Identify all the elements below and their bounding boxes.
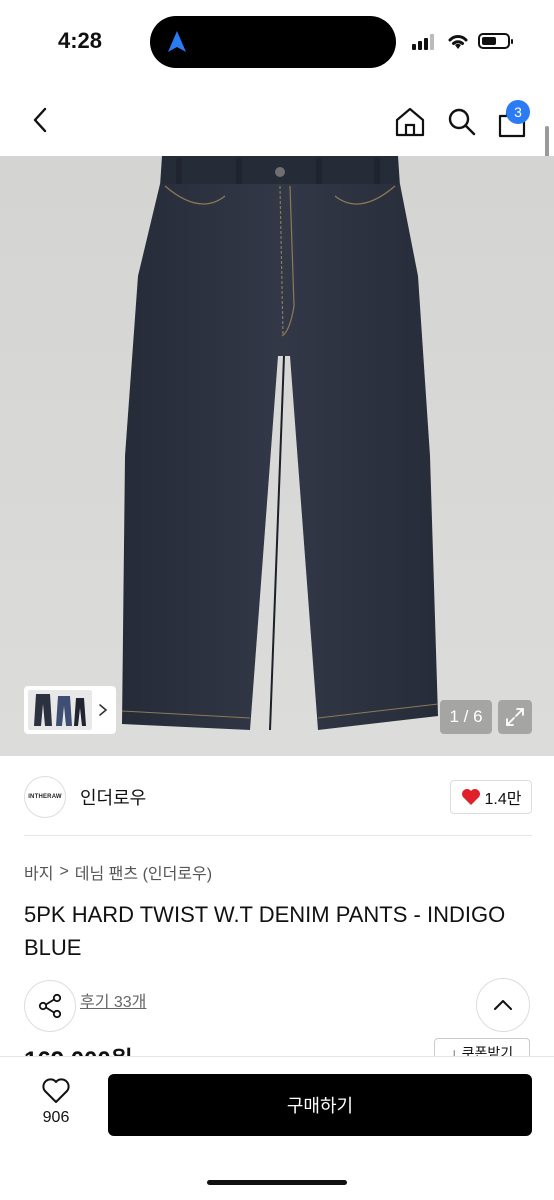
thumbnail-strip[interactable] xyxy=(24,686,116,734)
battery-icon xyxy=(478,33,513,49)
jeans-photo xyxy=(0,156,554,756)
status-bar: 4:28 xyxy=(0,0,554,84)
chevron-right-icon xyxy=(99,704,108,716)
brand-like-count: 1.4만 xyxy=(484,791,522,808)
expand-image-button[interactable] xyxy=(498,700,532,734)
wishlist-button[interactable]: 906 xyxy=(28,1077,84,1137)
dynamic-island xyxy=(150,16,396,68)
breadcrumb-separator: > xyxy=(59,863,69,880)
share-icon xyxy=(38,993,62,1019)
image-page-indicator: 1 / 6 xyxy=(440,700,492,734)
scroll-top-button[interactable] xyxy=(476,978,530,1032)
product-price: 169,000원 xyxy=(24,1040,133,1056)
chevron-up-icon xyxy=(494,1000,512,1010)
home-indicator xyxy=(207,1180,347,1185)
product-title: 5PK HARD TWIST W.T DENIM PANTS - INDIGO … xyxy=(24,902,506,960)
product-image[interactable] xyxy=(0,156,554,756)
home-icon xyxy=(395,107,425,137)
buy-button[interactable]: 구매하기 xyxy=(108,1074,532,1136)
heart-icon xyxy=(461,789,480,805)
review-link[interactable]: 후기 33개 xyxy=(80,988,146,1012)
brand-name[interactable]: 인더로우 xyxy=(80,784,146,810)
expand-icon xyxy=(506,708,524,726)
breadcrumb-level1[interactable]: 바지 xyxy=(24,860,53,884)
brand-like-button[interactable]: 1.4만 xyxy=(450,780,532,814)
coupon-button[interactable]: ↓ 쿠폰받기 xyxy=(434,1038,530,1056)
wishlist-count: 906 xyxy=(42,1109,70,1126)
breadcrumb: 바지 > 데님 팬츠 (인더로우) xyxy=(24,860,212,884)
search-icon xyxy=(448,108,476,136)
thumbnail-image[interactable] xyxy=(28,690,92,730)
nav-bar xyxy=(0,84,554,156)
heart-outline-icon xyxy=(42,1078,70,1103)
divider xyxy=(24,835,532,836)
home-button[interactable] xyxy=(390,102,430,142)
brand-logo[interactable]: INTHERAW xyxy=(24,776,66,818)
location-arrow-icon xyxy=(168,31,186,52)
cart-count-badge: 3 xyxy=(506,100,530,124)
back-button[interactable] xyxy=(24,104,56,136)
share-button[interactable] xyxy=(24,980,76,1032)
signal-icon xyxy=(412,34,434,50)
search-button[interactable] xyxy=(442,102,482,142)
brand-row[interactable]: INTHERAW 인더로우 1.4만 xyxy=(0,756,554,836)
breadcrumb-level2[interactable]: 데님 팬츠 (인더로우) xyxy=(75,860,212,884)
bottom-action-bar: 906 구매하기 xyxy=(0,1056,554,1200)
wifi-icon xyxy=(448,35,468,49)
status-time: 4:28 xyxy=(58,28,103,53)
back-icon xyxy=(33,107,47,133)
